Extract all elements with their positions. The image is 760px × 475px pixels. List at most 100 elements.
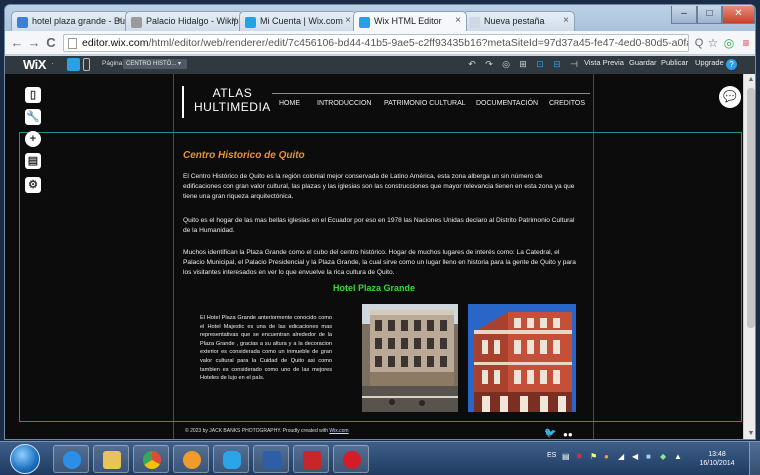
forward-icon[interactable]: →: [26, 35, 42, 51]
browser-toolbar: ← → C editor.wix.com/html/editor/web/ren…: [5, 31, 755, 55]
scroll-thumb[interactable]: [747, 88, 755, 328]
menu-creditos[interactable]: CREDITOS: [549, 100, 585, 107]
menu-documentacion[interactable]: DOCUMENTACIÓN: [476, 100, 538, 107]
tab-nueva-pestana[interactable]: Nueva pestaña ×: [463, 11, 575, 31]
menu-introduccion[interactable]: INTRODUCCION: [317, 100, 371, 107]
clock-date: 16/10/2014: [699, 460, 735, 467]
right-guide: [741, 132, 742, 422]
hotel-description[interactable]: El Hotel Plaza Grande anteriormente cono…: [200, 314, 332, 383]
close-tab-icon[interactable]: ×: [117, 15, 123, 26]
network-icon[interactable]: ◢: [618, 452, 624, 461]
desktop-view-icon[interactable]: [67, 58, 80, 71]
start-button-icon[interactable]: [10, 444, 40, 474]
paragraph-intro[interactable]: El Centro Histórico de Quito es la regió…: [183, 172, 581, 202]
site-logo[interactable]: ATLAS HULTIMEDIA: [182, 86, 271, 118]
security-icon[interactable]: ◆: [660, 452, 666, 461]
page-icon: [68, 38, 77, 49]
save-button[interactable]: Guardar: [629, 58, 657, 67]
zoom-tool-icon[interactable]: ◎: [501, 59, 511, 70]
mobile-view-icon[interactable]: [83, 58, 90, 71]
ruler-icon[interactable]: ⊣: [569, 59, 579, 70]
tab-wix-html-editor[interactable]: Wix HTML Editor ×: [353, 11, 467, 31]
keyboard-icon[interactable]: ▤: [562, 452, 570, 461]
battery-icon[interactable]: ■: [646, 452, 651, 461]
tab-hotel-plaza-grande[interactable]: hotel plaza grande - Busc ×: [11, 11, 129, 31]
alert-icon[interactable]: ✱: [576, 452, 583, 461]
design-tool-icon[interactable]: 🔧: [25, 109, 41, 125]
tray-expand-icon[interactable]: ▲: [674, 452, 682, 461]
hotel-title[interactable]: Hotel Plaza Grande: [333, 283, 415, 293]
extension-icon[interactable]: ◎: [721, 35, 737, 51]
chrome-menu-icon[interactable]: ≡: [738, 35, 754, 51]
language-indicator[interactable]: ES: [547, 452, 556, 459]
app-market-icon[interactable]: ▤: [25, 153, 41, 169]
publish-button[interactable]: Publicar: [661, 58, 688, 67]
taskbar-explorer[interactable]: [93, 445, 129, 473]
chrome-icon: [143, 451, 161, 469]
menu-patrimonio-cultural[interactable]: PATRIMONIO CULTURAL: [384, 100, 466, 107]
browser-window: hotel plaza grande - Busc × Palacio Hida…: [4, 4, 756, 440]
tab-mi-cuenta[interactable]: Mi Cuenta | Wix.com ×: [239, 11, 357, 31]
twitter-icon[interactable]: 🐦: [544, 428, 556, 439]
close-tab-icon[interactable]: ×: [563, 15, 569, 26]
address-bar[interactable]: editor.wix.com/html/editor/web/renderer/…: [63, 34, 689, 52]
menu-home[interactable]: HOME: [279, 100, 300, 107]
editor-canvas[interactable]: ▯ 🔧 + ▤ ⚙ 💬 ATLAS HULTIMEDIA HOME INTROD…: [5, 74, 755, 439]
settings-tool-icon[interactable]: ⚙: [25, 177, 41, 193]
hotel-illustration: [468, 304, 576, 412]
opera-icon: [343, 451, 361, 469]
show-desktop-button[interactable]: [749, 442, 760, 475]
help-icon[interactable]: ?: [726, 59, 737, 70]
taskbar-acrobat[interactable]: [293, 445, 329, 473]
add-tool-icon[interactable]: +: [25, 131, 41, 147]
close-tab-icon[interactable]: ×: [231, 15, 237, 26]
maximize-button[interactable]: □: [697, 6, 722, 24]
chat-icon[interactable]: 💬: [719, 86, 741, 108]
hotel-photo-street[interactable]: [362, 304, 458, 412]
redo-icon[interactable]: ↷: [484, 59, 494, 70]
scroll-up-icon[interactable]: ▲: [746, 76, 755, 83]
taskbar-skype[interactable]: [213, 445, 249, 473]
star-icon[interactable]: ☆: [705, 35, 721, 51]
taskbar-ie[interactable]: [53, 445, 89, 473]
minimize-button[interactable]: –: [671, 6, 697, 24]
page-selector[interactable]: CENTRO HISTÓ... ▾: [123, 59, 187, 69]
header-guide: [19, 132, 741, 133]
scroll-down-icon[interactable]: ▼: [746, 430, 755, 437]
snap-icon[interactable]: ⊡: [535, 59, 545, 70]
system-clock[interactable]: 13:48 16/10/2014: [699, 450, 735, 468]
reload-icon[interactable]: C: [43, 35, 59, 51]
paragraph-plaza[interactable]: Muchos identifican la Plaza Grande como …: [183, 248, 581, 278]
close-tab-icon[interactable]: ×: [345, 15, 351, 26]
grid-icon[interactable]: ⊞: [518, 59, 528, 70]
copyright-text[interactable]: © 2023 by JACK BANKS PHOTOGRAPHY. Proudl…: [185, 428, 349, 434]
volume-icon[interactable]: ◀: [632, 452, 638, 461]
taskbar-word[interactable]: [253, 445, 289, 473]
flag-icon[interactable]: ⚑: [590, 452, 597, 461]
flickr-icon[interactable]: ●●: [563, 430, 573, 439]
preview-button[interactable]: Vista Previa: [584, 58, 624, 67]
back-icon[interactable]: ←: [9, 35, 25, 51]
tab-palacio-hidalgo[interactable]: Palacio Hidalgo - Wikiped ×: [125, 11, 243, 31]
page-title[interactable]: Centro Historico de Quito: [183, 150, 305, 161]
hotel-photo-facade[interactable]: [468, 304, 576, 412]
update-icon[interactable]: ●: [604, 452, 609, 461]
pages-tool-icon[interactable]: ▯: [25, 87, 41, 103]
undo-icon[interactable]: ↶: [467, 59, 477, 70]
close-window-button[interactable]: ✕: [722, 6, 755, 24]
vertical-scrollbar[interactable]: ▲ ▼: [743, 74, 755, 439]
layers-icon[interactable]: ⊟: [552, 59, 562, 70]
page-right-edge: [593, 74, 594, 439]
wikipedia-icon: [131, 17, 142, 28]
copyright-prefix: © 2023 by JACK BANKS PHOTOGRAPHY. Proudl…: [185, 428, 330, 434]
paragraph-churches[interactable]: Quito es el hogar de las mas bellas igle…: [183, 216, 581, 236]
close-tab-icon[interactable]: ×: [455, 15, 461, 26]
wix-link[interactable]: Wix.com: [329, 428, 348, 434]
acrobat-icon: [303, 451, 321, 469]
taskbar-media[interactable]: [173, 445, 209, 473]
taskbar-opera[interactable]: [333, 445, 369, 473]
upgrade-button[interactable]: Upgrade: [695, 58, 724, 67]
address-path: /html/editor/web/renderer/edit/7c456106-…: [148, 37, 688, 49]
page-left-edge: [173, 74, 174, 439]
taskbar-chrome[interactable]: [133, 445, 169, 473]
